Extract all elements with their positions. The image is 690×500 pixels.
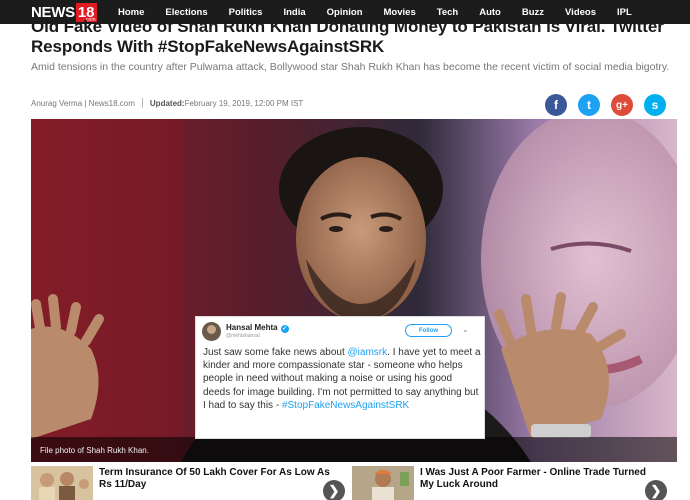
- share-buttons: f t g+ s: [545, 94, 666, 116]
- article-meta: Anurag Verma | News18.com Updated: Febru…: [31, 98, 303, 108]
- tweet-menu-chevron-icon[interactable]: ⌄: [462, 325, 469, 334]
- recommended-title-2[interactable]: I Was Just A Poor Farmer - Online Trade …: [420, 467, 660, 491]
- recommended-next-arrow-2[interactable]: ❯: [645, 480, 667, 500]
- facebook-share-button[interactable]: f: [545, 94, 567, 116]
- family-photo-thumbnail: [31, 466, 93, 500]
- recommended-title-1[interactable]: Term Insurance Of 50 Lakh Cover For As L…: [99, 467, 339, 491]
- recommended-thumbnail-2[interactable]: [352, 466, 414, 500]
- tweet-avatar[interactable]: [202, 322, 221, 341]
- tweet-mention-link[interactable]: @iamsrk: [348, 347, 388, 358]
- verified-badge-icon: ✓: [280, 325, 289, 333]
- tweet-author-name[interactable]: Hansal Mehta ✓: [226, 323, 289, 333]
- nav-item-india[interactable]: India: [283, 7, 305, 18]
- tweet-author-name-text: Hansal Mehta: [226, 323, 278, 332]
- nav-item-elections[interactable]: Elections: [165, 7, 207, 18]
- hero-caption: File photo of Shah Rukh Khan.: [40, 446, 149, 455]
- tweet-text: Just saw some fake news about @iamsrk. I…: [203, 346, 482, 412]
- updated-timestamp: February 19, 2019, 12:00 PM IST: [184, 98, 304, 108]
- nav-item-home[interactable]: Home: [118, 7, 144, 18]
- nav-item-movies[interactable]: Movies: [384, 7, 416, 18]
- googleplus-share-button[interactable]: g+: [611, 94, 633, 116]
- article-author: Anurag Verma | News18.com: [31, 98, 135, 108]
- tweet-text-part-1: Just saw some fake news about: [203, 347, 348, 358]
- nav-item-videos[interactable]: Videos: [565, 7, 596, 18]
- nav-item-politics[interactable]: Politics: [229, 7, 263, 18]
- nav-item-tech[interactable]: Tech: [437, 7, 458, 18]
- tweet-hashtag-link[interactable]: #StopFakeNewsAgainstSRK: [282, 400, 409, 411]
- tweet-follow-button[interactable]: Follow: [405, 324, 452, 337]
- updated-label: Updated:: [149, 98, 185, 108]
- twitter-share-button[interactable]: t: [578, 94, 600, 116]
- nav-item-opinion[interactable]: Opinion: [327, 7, 363, 18]
- tweet-handle[interactable]: @mehtahansal: [226, 333, 260, 339]
- skype-share-button[interactable]: s: [644, 94, 666, 116]
- farmer-photo-thumbnail: [352, 466, 414, 500]
- recommended-next-arrow-1[interactable]: ❯: [323, 480, 345, 500]
- meta-divider: [141, 98, 143, 108]
- embedded-tweet[interactable]: Hansal Mehta ✓ @mehtahansal Follow ⌄ Just…: [195, 316, 485, 439]
- nav-item-auto[interactable]: Auto: [479, 7, 501, 18]
- nav-item-ipl[interactable]: IPL: [617, 7, 632, 18]
- recommended-thumbnail-1[interactable]: [31, 466, 93, 500]
- nav-item-buzz[interactable]: Buzz: [522, 7, 544, 18]
- article-summary: Amid tensions in the country after Pulwa…: [31, 61, 670, 73]
- article-headline: Old Fake Video of Shah Rukh Khan Donatin…: [31, 17, 664, 56]
